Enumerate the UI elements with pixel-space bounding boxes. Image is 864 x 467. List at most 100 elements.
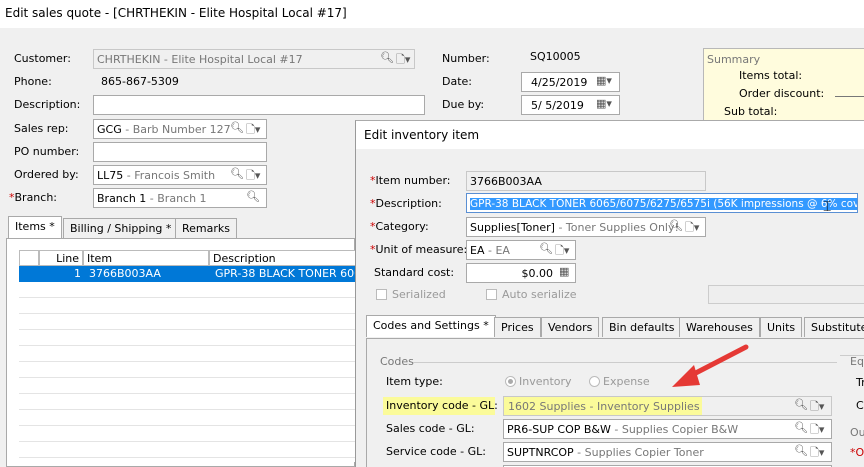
dialog-tabs: Codes and Settings * Prices Vendors Bin …	[366, 315, 864, 339]
inventory-code-label: Inventory code - GL:	[386, 399, 498, 412]
arrow-head	[672, 365, 700, 387]
search-icon[interactable]: 🔍︎	[230, 167, 244, 180]
annotation-arrow	[672, 344, 749, 387]
sub-total-label: Sub total:	[724, 105, 778, 118]
row-description: GPR-38 BLACK TONER 6065/	[215, 267, 356, 280]
summary-title: Summary	[707, 53, 761, 66]
tab-prices[interactable]: Prices	[494, 317, 541, 337]
category-label: *Category:	[370, 220, 429, 233]
ordered-by-field[interactable]: LL75 - Francois Smith 🔍︎ 🗋︎▾	[93, 165, 267, 185]
tab-codes-and-settings[interactable]: Codes and Settings *	[366, 315, 496, 337]
document-dropdown-icon[interactable]: 🗋︎▾	[396, 51, 410, 68]
document-dropdown-icon[interactable]: 🗋︎▾	[246, 167, 260, 184]
col-line[interactable]: Line	[39, 250, 83, 266]
tab-units[interactable]: Units	[760, 317, 803, 337]
customer-field[interactable]: CHRTHEKIN - Elite Hospital Local #17 🔍︎ …	[93, 49, 415, 69]
codes-group-title: Codes	[380, 355, 414, 368]
search-icon[interactable]: 🔍︎	[669, 219, 683, 232]
uom-field[interactable]: EA - EA 🔍︎ 🗋︎▾	[466, 240, 576, 260]
col-description[interactable]: Description	[209, 250, 356, 266]
item-number-field[interactable]: 3766B003AA	[466, 171, 706, 191]
tab-remarks[interactable]: Remarks	[175, 218, 237, 238]
grid-empty-rows	[19, 282, 356, 462]
customer-code: CHRTHEKIN	[97, 53, 161, 66]
document-dropdown-icon[interactable]: 🗋︎▾	[555, 242, 569, 259]
row-item: 3766B003AA	[89, 267, 161, 280]
table-row[interactable]: 1 3766B003AA GPR-38 BLACK TONER 6065/	[19, 266, 356, 282]
ordered-by-code: LL75	[97, 169, 124, 182]
description-input[interactable]: GPR-38 BLACK TONER 6065/6075/6275/6575i …	[466, 193, 858, 213]
branch-code: Branch 1	[97, 192, 147, 205]
customer-name: - Elite Hospital Local #17	[160, 53, 303, 66]
number-label: Number:	[442, 52, 490, 65]
standard-cost-field[interactable]: $0.00 ▦	[466, 263, 576, 283]
grid-corner	[19, 250, 39, 266]
service-code-label: Service code - GL:	[386, 445, 486, 458]
right-label-ou: Ou	[850, 426, 864, 439]
calculator-icon[interactable]: ▦	[559, 265, 569, 278]
mouse-cursor-icon: ⌶	[823, 199, 832, 215]
document-dropdown-icon[interactable]: 🗋︎▾	[246, 121, 260, 138]
search-icon[interactable]: 🔍︎	[794, 444, 808, 457]
search-icon[interactable]: 🔍︎	[230, 121, 244, 134]
date-picker[interactable]: 4/25/2019 ▦▾	[521, 72, 620, 92]
item-number-label: *Item number:	[370, 174, 451, 187]
phone-value: 865-867-5309	[101, 75, 179, 88]
document-dropdown-icon[interactable]: 🗋︎▾	[810, 444, 824, 461]
summary-divider	[835, 96, 864, 97]
items-panel: Line Item Description 1 3766B003AA GPR-3…	[6, 238, 356, 467]
date-value: 4/25/2019	[531, 76, 588, 89]
arrow-shaft	[685, 344, 749, 380]
description-input[interactable]	[93, 95, 425, 115]
auto-serialize-checkbox[interactable]: Auto serialize	[486, 288, 577, 301]
branch-field[interactable]: Branch 1 - Branch 1 🔍︎	[93, 188, 267, 208]
serialized-checkbox[interactable]: Serialized	[376, 288, 446, 301]
phone-label: Phone:	[14, 75, 52, 88]
expense-radio[interactable]: Expense	[589, 375, 650, 388]
codes-group-line	[413, 362, 837, 363]
calendar-icon[interactable]: ▦▾	[596, 74, 612, 87]
inventory-code-field[interactable]: 1602 Supplies - Inventory Supplies 🔍︎ 🗋︎…	[503, 396, 832, 416]
tab-billing-shipping[interactable]: Billing / Shipping *	[63, 218, 179, 238]
document-dropdown-icon[interactable]: 🗋︎▾	[685, 219, 699, 236]
dialog-title: Edit inventory item	[356, 121, 864, 149]
search-icon[interactable]: 🔍︎	[794, 398, 808, 411]
standard-cost-label: Standard cost:	[374, 266, 455, 279]
search-icon[interactable]: 🔍︎	[539, 242, 553, 255]
sales-rep-field[interactable]: GCG - Barb Number 127 🔍︎ 🗋︎▾	[93, 119, 267, 139]
document-dropdown-icon[interactable]: 🗋︎▾	[810, 421, 824, 438]
ordered-by-label: Ordered by:	[14, 168, 79, 181]
tab-substitute[interactable]: Substitute	[804, 317, 864, 337]
equipment-group-title: Equ	[850, 355, 864, 368]
uom-label: *Unit of measure:	[370, 243, 468, 256]
po-number-input[interactable]	[93, 142, 267, 162]
document-dropdown-icon[interactable]: 🗋︎▾	[810, 398, 824, 415]
ordered-by-name: - Francois Smith	[123, 169, 216, 182]
order-discount-label: Order discount:	[739, 87, 825, 100]
disabled-field	[708, 285, 864, 304]
edit-inventory-dialog: Edit inventory item *Item number: 3766B0…	[355, 120, 864, 467]
items-total-label: Items total:	[739, 69, 803, 82]
description-selected-text: GPR-38 BLACK TONER 6065/6075/6275/6575i …	[470, 198, 857, 210]
inventory-radio[interactable]: Inventory	[505, 375, 572, 388]
po-number-label: PO number:	[14, 145, 80, 158]
tab-vendors[interactable]: Vendors	[541, 317, 600, 337]
sales-code-field[interactable]: PR6-SUP COP B&W - Supplies Copier B&W 🔍︎…	[503, 419, 832, 439]
search-icon[interactable]: 🔍︎	[246, 190, 260, 203]
due-date-picker[interactable]: 5/ 5/2019 ▦▾	[521, 95, 620, 115]
description-label: Description:	[14, 98, 81, 111]
search-icon[interactable]: 🔍︎	[794, 421, 808, 434]
tab-items[interactable]: Items *	[8, 216, 62, 238]
col-item[interactable]: Item	[83, 250, 209, 266]
row-line: 1	[74, 267, 81, 280]
search-icon[interactable]: 🔍︎	[380, 51, 394, 64]
calendar-icon[interactable]: ▦▾	[596, 97, 612, 110]
branch-label: *Branch:	[9, 191, 58, 204]
sales-rep-name: - Barb Number 127	[121, 123, 231, 136]
tab-bin-defaults[interactable]: Bin defaults	[602, 317, 682, 337]
category-field[interactable]: Supplies[Toner] - Toner Supplies Only! 🔍…	[466, 217, 706, 237]
service-code-field[interactable]: SUPTNRCOP - Supplies Copier Toner 🔍︎ 🗋︎▾	[503, 442, 832, 462]
tab-warehouses[interactable]: Warehouses	[679, 317, 760, 337]
number-value: SQ10005	[530, 50, 581, 63]
right-label-tr: Tr	[856, 376, 864, 389]
